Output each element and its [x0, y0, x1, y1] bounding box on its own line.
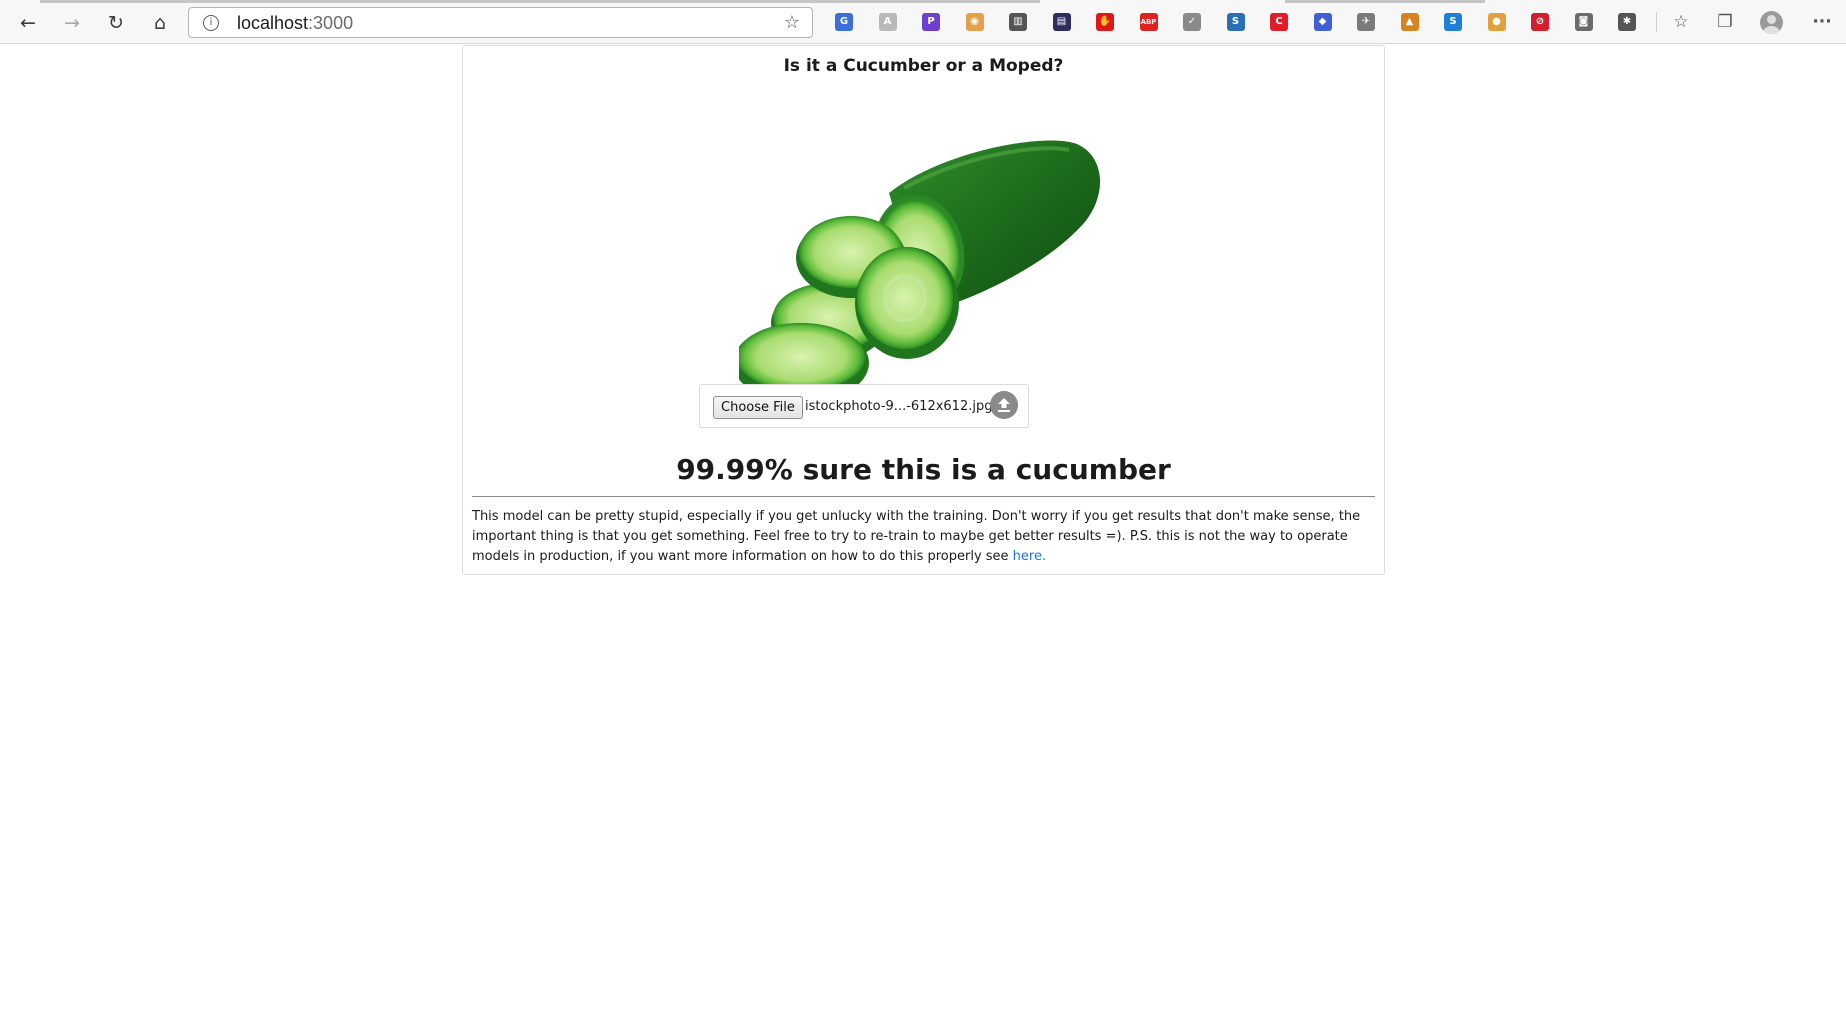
address-text[interactable]: localhost:3000: [237, 13, 353, 34]
upload-icon[interactable]: [990, 391, 1018, 419]
screenshot-extension-icon[interactable]: S: [1226, 13, 1245, 31]
reload-button[interactable]: ↻: [100, 8, 132, 38]
text-extension-icon[interactable]: A: [878, 13, 897, 31]
reload-icon: ↻: [108, 12, 124, 34]
cookie-extension-icon[interactable]: ●: [1487, 13, 1506, 31]
file-upload-panel: Choose File istockphoto-9...-612x612.jpg: [699, 384, 1029, 428]
browser-toolbar: ← → ↻ ⌂ i localhost:3000 ☆ G A P ◉ ▥ ▤ ✋ ABP ✓ S C…: [0, 0, 1846, 44]
camera-extension-icon[interactable]: ◙: [1574, 13, 1593, 31]
p2-extension-icon[interactable]: P: [922, 13, 940, 31]
blue-s-extension-icon[interactable]: S: [1444, 13, 1462, 31]
back-arrow-icon: ←: [20, 12, 36, 34]
red-hand-extension-icon[interactable]: ✋: [1096, 13, 1114, 31]
no-extension-icon[interactable]: ⊘: [1531, 13, 1549, 31]
url-port: :3000: [308, 13, 354, 33]
extensions-puzzle-icon[interactable]: ✱: [1618, 13, 1636, 31]
disclaimer-text: This model can be pretty stupid, especia…: [472, 507, 1375, 567]
cucumber-image: [739, 140, 1101, 403]
tab-strip-edge: [0, 0, 1846, 3]
film-extension-icon[interactable]: ▤: [1052, 13, 1071, 31]
selected-file-name: istockphoto-9...-612x612.jpg: [805, 399, 993, 414]
check-extension-icon[interactable]: ✓: [1183, 13, 1201, 31]
orange-extension-icon[interactable]: ▲: [1400, 13, 1419, 31]
page-title: Is it a Cucumber or a Moped?: [783, 56, 1064, 76]
site-info-icon[interactable]: i: [203, 15, 219, 31]
more-menu-icon[interactable]: ···: [1810, 13, 1834, 31]
archive-extension-icon[interactable]: ▥: [1009, 13, 1027, 31]
red-c-extension-icon[interactable]: C: [1270, 13, 1288, 31]
collections-icon[interactable]: ❐: [1716, 13, 1734, 31]
choose-file-button[interactable]: Choose File: [713, 396, 803, 419]
favorites-icon[interactable]: ☆: [1672, 13, 1690, 31]
add-favorite-icon[interactable]: ☆: [784, 12, 800, 33]
prediction-result: 99.99% sure this is a cucumber: [676, 453, 1171, 486]
back-button[interactable]: ←: [12, 8, 44, 38]
home-icon: ⌂: [153, 12, 167, 34]
profile-avatar-icon[interactable]: [1760, 11, 1783, 34]
toolbar-separator: [1656, 12, 1657, 32]
satellite-extension-icon[interactable]: ✈: [1357, 13, 1375, 31]
url-host: localhost: [237, 13, 309, 33]
graduation-extension-icon[interactable]: ◆: [1313, 13, 1332, 31]
main-card: Is it a Cucumber or a Moped? Choose File…: [462, 45, 1385, 575]
forward-arrow-icon: →: [64, 12, 80, 34]
more-info-link[interactable]: here.: [1013, 549, 1046, 564]
translate-extension-icon[interactable]: G: [835, 13, 853, 31]
address-bar[interactable]: i localhost:3000 ☆: [188, 7, 813, 38]
forward-button[interactable]: →: [56, 8, 88, 38]
disclaimer-body: This model can be pretty stupid, especia…: [472, 509, 1361, 564]
home-button[interactable]: ⌂: [144, 8, 176, 38]
adblock-extension-icon[interactable]: ABP: [1139, 13, 1158, 31]
colorful-extension-icon[interactable]: ◉: [965, 13, 984, 31]
divider: [472, 496, 1375, 497]
